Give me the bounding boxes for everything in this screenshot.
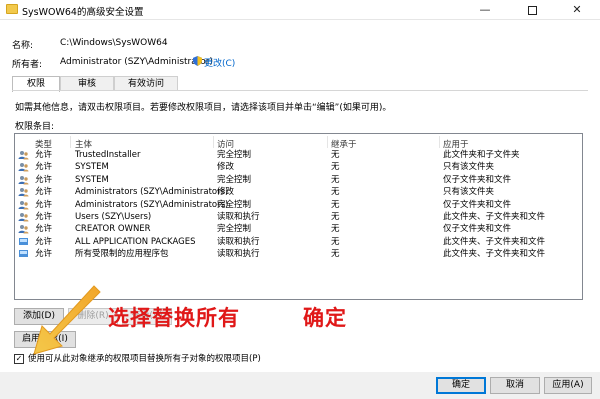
cell-access: 修改 [217,187,235,198]
cell-type: 允许 [35,212,53,222]
cell-access: 读取和执行 [217,212,260,222]
user-group-icon [18,151,29,160]
permission-row[interactable]: 允许 Administrators (SZY\Administrators) 修改 无… [15,186,582,198]
cell-principal: Administrators (SZY\Administrators) [75,199,229,210]
close-button[interactable]: ✕ [554,0,600,20]
cell-applies: 只有该文件夹 [443,187,495,198]
cell-type: 允许 [35,162,53,173]
minimize-button[interactable]: — [462,0,508,20]
uac-shield-icon [193,56,202,66]
column-divider [70,136,71,148]
window-title: SysWOW64的高级安全设置 [22,7,144,18]
cell-access: 修改 [217,162,235,173]
cell-principal: SYSTEM [75,174,109,185]
change-owner-link[interactable]: 更改(C) [204,56,235,69]
tab-effective-access[interactable]: 有效访问 [114,76,178,91]
annotation-confirm: 确定 [303,306,347,330]
cell-inherited: 无 [331,212,340,222]
cell-type: 允许 [35,249,53,260]
permission-row[interactable]: 允许 SYSTEM 修改 无 只有该文件夹 [15,161,582,173]
apply-button[interactable]: 应用(A) [544,377,592,394]
cell-type: 允许 [35,199,53,210]
cell-principal: ALL APPLICATION PACKAGES [75,236,196,247]
app-package-icon [19,237,28,245]
cell-type: 允许 [35,150,53,160]
cell-type: 允许 [35,174,53,185]
info-text: 如需其他信息，请双击权限项目。若要修改权限项目，请选择该项目并单击“编辑”(如果… [15,103,392,113]
annotation-arrow-icon [33,285,101,355]
cell-access: 读取和执行 [217,236,260,247]
permission-entries-list[interactable]: 类型 主体 访问 继承于 应用于 允许 TrustedInstaller 完全控制无… [14,133,583,300]
cell-principal: 所有受限制的应用程序包 [75,249,169,260]
cell-access: 完全控制 [217,174,252,185]
user-group-icon [18,200,29,210]
cell-access: 读取和执行 [217,249,260,260]
cell-applies: 此文件夹、子文件夹和文件 [443,236,546,247]
user-group-icon [18,175,29,185]
maximize-icon [527,5,537,15]
user-group-icon [18,188,29,197]
permission-row[interactable]: 允许 Users (SZY\Users) 读取和执行 无 此文件夹、子文件夹和文件 [15,211,582,223]
cell-principal: SYSTEM [75,162,109,173]
name-label: 名称: [12,41,34,51]
column-divider [327,136,328,148]
cell-applies: 此文件夹、子文件夹和文件 [443,212,546,222]
owner-value: Administrator (SZY\Administrator) [60,57,213,67]
cell-inherited: 无 [331,199,340,210]
column-divider [439,136,440,148]
permission-row[interactable]: 允许 CREATOR OWNER 完全控制 无 仅子文件夹和文件 [15,223,582,235]
folder-icon [6,4,18,14]
app-package-icon [19,250,28,258]
tab-panel-divider [12,90,588,91]
cancel-button[interactable]: 取消 [490,377,540,394]
entries-label: 权限条目: [15,122,55,132]
replace-child-permissions-checkbox[interactable]: ✓ [14,354,24,364]
permission-row[interactable]: 允许 SYSTEM 完全控制 无 仅子文件夹和文件 [15,174,582,186]
permission-row[interactable]: 允许 所有受限制的应用程序包 读取和执行 无 此文件夹、子文件夹和文件 [15,248,582,260]
cell-applies: 仅子文件夹和文件 [443,174,512,185]
cell-type: 允许 [35,224,53,235]
permission-row[interactable]: 允许 Administrators (SZY\Administrators) 完全控… [15,199,582,211]
cell-inherited: 无 [331,236,340,247]
cell-inherited: 无 [331,249,340,260]
title-bar: SysWOW64的高级安全设置 — ✕ [0,0,600,20]
cell-inherited: 无 [331,150,340,160]
cell-type: 允许 [35,236,53,247]
cell-access: 完全控制 [217,224,252,235]
tab-auditing[interactable]: 审核 [60,76,114,91]
cell-type: 允许 [35,187,53,198]
cell-principal: Administrators (SZY\Administrators) [75,187,229,198]
permission-row[interactable]: 允许 TrustedInstaller 完全控制 无 此文件夹和子文件夹 [15,149,582,161]
user-group-icon [18,213,29,222]
permission-row[interactable]: 允许 ALL APPLICATION PACKAGES 读取和执行 无 此文件夹、子文件… [15,236,582,248]
cell-inherited: 无 [331,187,340,198]
ok-button[interactable]: 确定 [436,377,486,394]
user-group-icon [18,225,29,234]
cell-principal: CREATOR OWNER [75,224,151,235]
cell-applies: 仅子文件夹和文件 [443,199,512,210]
name-value: C:\Windows\SysWOW64 [60,38,168,48]
owner-label: 所有者: [12,60,43,70]
cell-applies: 仅子文件夹和文件 [443,224,512,235]
annotation-replace-all: 选择替换所有 [108,306,240,330]
cell-applies: 只有该文件夹 [443,162,495,173]
cell-applies: 此文件夹、子文件夹和文件 [443,249,546,260]
cell-inherited: 无 [331,174,340,185]
cell-access: 完全控制 [217,150,252,160]
cell-principal: TrustedInstaller [75,150,141,160]
cell-inherited: 无 [331,224,340,235]
column-divider [213,136,214,148]
cell-inherited: 无 [331,162,340,173]
maximize-button[interactable] [509,0,555,20]
cell-applies: 此文件夹和子文件夹 [443,150,520,160]
user-group-icon [18,163,29,172]
cell-principal: Users (SZY\Users) [75,212,152,222]
cell-access: 完全控制 [217,199,252,210]
